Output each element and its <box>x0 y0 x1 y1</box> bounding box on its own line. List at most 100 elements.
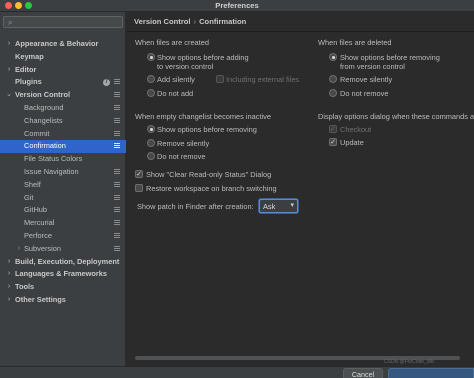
chevron-right-icon[interactable]: › <box>15 243 23 256</box>
project-settings-icon <box>114 143 120 150</box>
files-deleted-silent-label: Remove silently <box>340 75 393 84</box>
changelist-show-radio[interactable] <box>147 125 155 133</box>
sidebar-item-git[interactable]: Git <box>0 192 126 205</box>
sidebar-item-keymap[interactable]: Keymap <box>0 51 126 64</box>
sidebar-item-github[interactable]: GitHub <box>0 204 126 217</box>
project-settings-icon <box>114 194 120 202</box>
project-settings-icon <box>114 105 120 112</box>
sidebar-item-label: File Status Colors <box>24 154 83 164</box>
files-created-silent-label: Add silently <box>157 75 195 84</box>
changelist-silent-label: Remove silently <box>157 139 210 148</box>
sidebar-item-label: Git <box>24 192 34 202</box>
settings-search[interactable]: ⌕ <box>3 16 123 28</box>
sidebar-item-confirmation[interactable]: Confirmation <box>0 140 126 154</box>
sidebar-item-label: Shelf <box>24 179 41 189</box>
project-settings-icon <box>114 169 120 176</box>
update-count-badge: 7 <box>103 79 110 87</box>
sidebar-item-other-settings[interactable]: › Other Settings <box>0 294 126 307</box>
cancel-button[interactable]: Cancel <box>343 368 383 378</box>
show-patch-label: Show patch in Finder after creation: <box>137 202 254 211</box>
sidebar-item-label: Plugins <box>15 77 42 87</box>
sidebar-item-changelists[interactable]: Changelists <box>0 115 126 128</box>
restore-workspace-label: Restore workspace on branch switching <box>146 184 277 193</box>
files-created-silent-radio[interactable] <box>147 75 155 83</box>
sidebar-item-subversion[interactable]: › Subversion <box>0 243 126 256</box>
window-title: Preferences <box>215 1 259 10</box>
files-deleted-silent-radio[interactable] <box>329 75 337 83</box>
clear-readonly-label: Show "Clear Read-only Status" Dialog <box>146 170 272 179</box>
checkout-checkbox[interactable]: ✓ <box>329 125 337 133</box>
changelist-none-label: Do not remove <box>157 152 206 161</box>
sidebar-item-label: Perforce <box>24 231 52 240</box>
files-deleted-show-label: Show options before removing <box>340 53 440 62</box>
watermark: CSDN @ForCode_Mic <box>384 359 435 365</box>
changelist-none-radio[interactable] <box>147 152 155 160</box>
project-settings-icon <box>114 79 120 86</box>
sidebar-item-version-control[interactable]: ⌄ Version Control <box>0 89 126 102</box>
sidebar-item-tools[interactable]: › Tools <box>0 281 126 294</box>
files-created-show-label-line2: to version control <box>157 62 214 71</box>
search-icon: ⌕ <box>8 18 13 27</box>
breadcrumb-divider <box>127 31 474 32</box>
chevron-right-icon[interactable]: › <box>5 281 13 294</box>
update-checkbox[interactable]: ✓ <box>329 138 337 146</box>
files-created-show-radio[interactable] <box>147 53 155 61</box>
clear-readonly-checkbox[interactable]: ✓ <box>135 170 143 178</box>
files-created-none-radio[interactable] <box>147 89 155 97</box>
show-patch-value: Ask <box>263 202 276 211</box>
project-settings-icon <box>114 220 120 227</box>
breadcrumb: Version Control › Confirmation <box>134 17 246 26</box>
search-input[interactable] <box>18 18 118 27</box>
sidebar-item-perforce[interactable]: Perforce <box>0 230 126 243</box>
restore-workspace-checkbox[interactable] <box>135 184 143 192</box>
chevron-right-icon[interactable]: › <box>5 294 13 307</box>
sidebar-item-label: Editor <box>15 64 37 74</box>
sidebar-item-background[interactable]: Background <box>0 102 126 115</box>
sidebar-item-build-execution-deployment[interactable]: › Build, Execution, Deployment <box>0 256 126 269</box>
include-external-label: Including external files <box>226 75 300 84</box>
include-external-checkbox[interactable] <box>216 75 224 83</box>
sidebar-item-editor[interactable]: › Editor <box>0 64 126 77</box>
sidebar-item-label: Other Settings <box>15 295 66 304</box>
chevron-right-icon[interactable]: › <box>5 256 13 269</box>
files-deleted-none-radio[interactable] <box>329 89 337 97</box>
display-options-title: Display options dialog when these comman… <box>318 112 474 121</box>
files-created-none-label: Do not add <box>157 89 194 98</box>
changelist-silent-radio[interactable] <box>147 139 155 147</box>
sidebar-item-label: Mercurial <box>24 218 55 228</box>
chevron-down-icon[interactable]: ⌄ <box>5 89 13 102</box>
sidebar-item-appearance-behavior[interactable]: › Appearance & Behavior <box>0 38 126 51</box>
sidebar-item-label: Appearance & Behavior <box>15 39 99 48</box>
sidebar-item-issue-navigation[interactable]: Issue Navigation <box>0 166 126 179</box>
breadcrumb-separator: › <box>193 17 197 26</box>
sidebar-item-plugins[interactable]: Plugins 7 <box>0 76 126 89</box>
chevron-right-icon[interactable]: › <box>5 64 13 77</box>
sidebar-item-label: Tools <box>15 282 35 292</box>
files-deleted-show-radio[interactable] <box>329 53 337 61</box>
files-created-title: When files are created <box>135 38 209 47</box>
sidebar-item-file-status-colors[interactable]: File Status Colors <box>0 153 126 166</box>
chevron-down-icon: ▾ <box>290 202 294 209</box>
show-patch-select[interactable]: Ask ▾ <box>259 199 298 213</box>
settings-content: Version Control › Confirmation When files … <box>127 12 474 378</box>
sidebar-item-shelf[interactable]: Shelf <box>0 179 126 192</box>
sidebar-item-label: Confirmation <box>24 141 66 151</box>
sidebar-item-commit[interactable]: Commit <box>0 128 126 141</box>
project-settings-icon <box>114 233 120 240</box>
sidebar-item-languages-frameworks[interactable]: › Languages & Frameworks <box>0 268 126 281</box>
files-deleted-show-label-line2: from version control <box>340 62 405 71</box>
project-settings-icon <box>114 207 120 214</box>
breadcrumb-current: Confirmation <box>199 17 247 26</box>
files-deleted-none-label: Do not remove <box>340 89 389 98</box>
project-settings-icon <box>114 130 120 138</box>
changelist-show-label: Show options before removing <box>157 125 257 134</box>
project-settings-icon <box>114 92 120 99</box>
chevron-right-icon[interactable]: › <box>5 268 13 281</box>
sidebar-item-label: Version Control <box>15 90 71 100</box>
ok-button[interactable] <box>388 368 474 378</box>
chevron-right-icon[interactable]: › <box>5 38 13 51</box>
breadcrumb-parent[interactable]: Version Control <box>134 17 191 26</box>
changelist-inactive-title: When empty changelist becomes inactive <box>135 112 271 121</box>
sidebar-item-mercurial[interactable]: Mercurial <box>0 217 126 230</box>
project-settings-icon <box>114 245 120 253</box>
